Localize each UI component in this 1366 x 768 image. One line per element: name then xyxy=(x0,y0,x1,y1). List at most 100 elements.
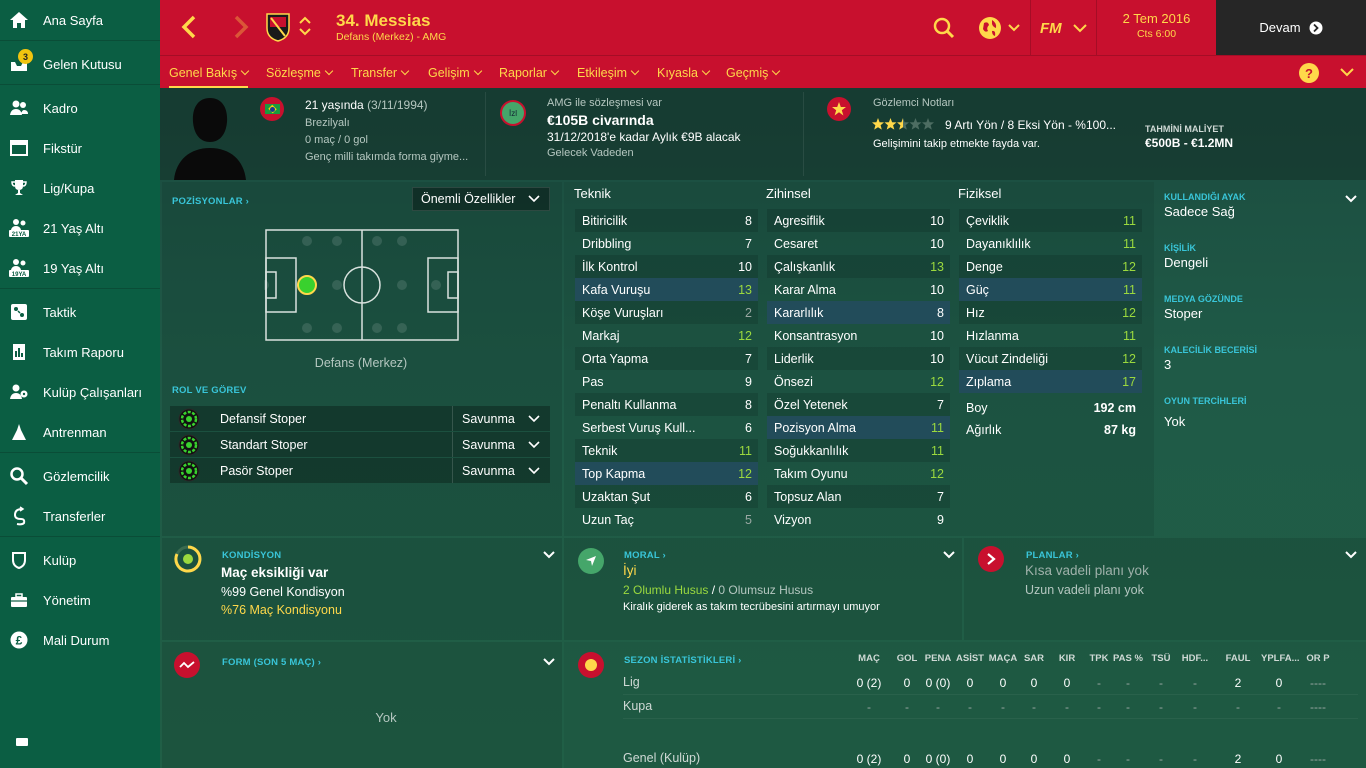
attribute-row[interactable]: Uzaktan Şut 6 xyxy=(575,485,758,508)
sidebar-item-club[interactable]: Kulüp xyxy=(0,540,160,580)
sidebar-item-calendar[interactable]: Fikstür xyxy=(0,128,160,168)
attribute-row[interactable]: Serbest Vuruş Kull... 6 xyxy=(575,416,758,439)
stats-column-header[interactable]: MAÇ xyxy=(851,653,887,664)
info-collapse-button[interactable] xyxy=(1344,192,1358,203)
morale-positive[interactable]: 2 Olumlu Husus xyxy=(623,583,708,597)
attribute-row[interactable]: Karar Alma 10 xyxy=(767,278,950,301)
stats-column-header[interactable]: PENA xyxy=(920,653,956,664)
more-menu-button[interactable] xyxy=(1339,65,1355,79)
attribute-row[interactable]: Vizyon 9 xyxy=(767,508,950,531)
sidebar-item-u21[interactable]: 21YA 21 Yaş Altı xyxy=(0,208,160,248)
club-badge-icon[interactable] xyxy=(265,12,291,42)
attribute-row[interactable]: Orta Yapma 7 xyxy=(575,347,758,370)
attribute-row[interactable]: Bitiricilik 8 xyxy=(575,209,758,232)
duty-dropdown[interactable]: Savunma xyxy=(452,432,550,457)
forward-button[interactable] xyxy=(228,14,252,40)
attribute-row[interactable]: Markaj 12 xyxy=(575,324,758,347)
sidebar-item-squad[interactable]: Kadro xyxy=(0,88,160,128)
sidebar-item-inbox[interactable]: Gelen Kutusu 3 xyxy=(0,44,160,84)
duty-dropdown[interactable]: Savunma xyxy=(452,406,550,431)
attribute-row[interactable]: Kafa Vuruşu 13 xyxy=(575,278,758,301)
attribute-row[interactable]: Dayanıklılık 11 xyxy=(959,232,1142,255)
attribute-row[interactable]: Pozisyon Alma 11 xyxy=(767,416,950,439)
world-menu-button[interactable] xyxy=(977,15,1023,41)
attribute-row[interactable]: Denge 12 xyxy=(959,255,1142,278)
attribute-row[interactable]: Hızlanma 11 xyxy=(959,324,1142,347)
back-button[interactable] xyxy=(178,14,202,40)
attribute-row[interactable]: Hız 12 xyxy=(959,301,1142,324)
attribute-row[interactable]: Teknik 11 xyxy=(575,439,758,462)
sidebar-item-trophy[interactable]: Lig/Kupa xyxy=(0,168,160,208)
sidebar-item-scouting[interactable]: Gözlemcilik xyxy=(0,456,160,496)
role-row[interactable]: Defansif Stoper Savunma xyxy=(170,406,550,431)
sidebar-item-training[interactable]: Antrenman xyxy=(0,412,160,452)
attribute-row[interactable]: Konsantrasyon 10 xyxy=(767,324,950,347)
attribute-row[interactable]: Güç 11 xyxy=(959,278,1142,301)
attribute-row[interactable]: Özel Yetenek 7 xyxy=(767,393,950,416)
attribute-row[interactable]: Agresiflik 10 xyxy=(767,209,950,232)
form-collapse-button[interactable] xyxy=(542,655,556,666)
tab-kıyasla[interactable]: Kıyasla xyxy=(657,56,711,89)
stats-column-header[interactable]: KIR xyxy=(1049,653,1085,664)
sidebar-item-transfers[interactable]: Transferler xyxy=(0,496,160,536)
tab-etkileşim[interactable]: Etkileşim xyxy=(577,56,640,89)
keyboard-icon[interactable] xyxy=(16,738,28,746)
attribute-row[interactable]: Takım Oyunu 12 xyxy=(767,462,950,485)
plans-header[interactable]: PLANLAR › xyxy=(1026,550,1079,561)
condition-collapse-button[interactable] xyxy=(542,548,556,559)
stats-column-header[interactable]: SAR xyxy=(1016,653,1052,664)
morale-collapse-button[interactable] xyxy=(942,548,956,559)
attribute-row[interactable]: Köşe Vuruşları 2 xyxy=(575,301,758,324)
attribute-row[interactable]: Dribbling 7 xyxy=(575,232,758,255)
sidebar-item-tactics[interactable]: Taktik xyxy=(0,292,160,332)
fm-menu-button[interactable]: FM xyxy=(1040,15,1096,41)
tab-geçmiş[interactable]: Geçmiş xyxy=(726,56,781,89)
plans-collapse-button[interactable] xyxy=(1344,548,1358,559)
attribute-row[interactable]: Cesaret 10 xyxy=(767,232,950,255)
sidebar-item-board[interactable]: Yönetim xyxy=(0,580,160,620)
sidebar-item-u19[interactable]: 19YA 19 Yaş Altı xyxy=(0,248,160,288)
duty-dropdown[interactable]: Savunma xyxy=(452,458,550,483)
morale-negative[interactable]: 0 Olumsuz Husus xyxy=(718,583,813,597)
player-subtitle[interactable]: Defans (Merkez) - AMG xyxy=(336,31,446,43)
attribute-row[interactable]: Önsezi 12 xyxy=(767,370,950,393)
stats-column-header[interactable]: OR P xyxy=(1300,653,1336,664)
form-header[interactable]: FORM (SON 5 MAÇ) › xyxy=(222,657,321,668)
tab-raporlar[interactable]: Raporlar xyxy=(499,56,560,89)
stats-column-header[interactable]: YPLFA... xyxy=(1261,653,1300,664)
attribute-row[interactable]: Çeviklik 11 xyxy=(959,209,1142,232)
sidebar-item-report[interactable]: Takım Raporu xyxy=(0,332,160,372)
attribute-row[interactable]: Liderlik 10 xyxy=(767,347,950,370)
attribute-row[interactable]: Kararlılık 8 xyxy=(767,301,950,324)
stats-column-header[interactable]: FAUL xyxy=(1220,653,1256,664)
attribute-row[interactable]: Penaltı Kullanma 8 xyxy=(575,393,758,416)
game-date[interactable]: 2 Tem 2016 Cts 6:00 xyxy=(1097,0,1216,55)
attribute-row[interactable]: Uzun Taç 5 xyxy=(575,508,758,531)
attribute-row[interactable]: Soğukkanlılık 11 xyxy=(767,439,950,462)
search-button[interactable] xyxy=(932,16,956,40)
stats-header[interactable]: SEZON İSTATİSTİKLERİ › xyxy=(624,655,742,666)
positions-header[interactable]: POZİSYONLAR › xyxy=(172,196,249,207)
player-switch-icon[interactable] xyxy=(298,14,312,38)
tab-gelişim[interactable]: Gelişim xyxy=(428,56,482,89)
tab-sözleşme[interactable]: Sözleşme xyxy=(266,56,334,89)
attribute-row[interactable]: Pas 9 xyxy=(575,370,758,393)
attribute-row[interactable]: Çalışkanlık 13 xyxy=(767,255,950,278)
stats-column-header[interactable]: ASİST xyxy=(952,653,988,664)
help-button[interactable]: ? xyxy=(1299,63,1319,83)
role-row[interactable]: Pasör Stoper Savunma xyxy=(170,458,550,483)
attribute-row[interactable]: Topsuz Alan 7 xyxy=(767,485,950,508)
morale-header[interactable]: MORAL › xyxy=(624,550,666,561)
sidebar-item-finances[interactable]: £ Mali Durum xyxy=(0,620,160,660)
sidebar-item-staff[interactable]: Kulüp Çalışanları xyxy=(0,372,160,412)
continue-button[interactable]: Devam xyxy=(1216,0,1366,55)
sidebar-item-home[interactable]: Ana Sayfa xyxy=(0,0,160,40)
tab-genel-bakış[interactable]: Genel Bakış xyxy=(169,56,250,89)
stats-column-header[interactable]: PAS % xyxy=(1110,653,1146,664)
attribute-row[interactable]: Top Kapma 12 xyxy=(575,462,758,485)
attribute-row[interactable]: Zıplama 17 xyxy=(959,370,1142,393)
role-row[interactable]: Standart Stoper Savunma xyxy=(170,432,550,457)
attribute-row[interactable]: İlk Kontrol 10 xyxy=(575,255,758,278)
tab-transfer[interactable]: Transfer xyxy=(351,56,410,89)
attributes-dropdown[interactable]: Önemli Özellikler xyxy=(412,187,550,211)
